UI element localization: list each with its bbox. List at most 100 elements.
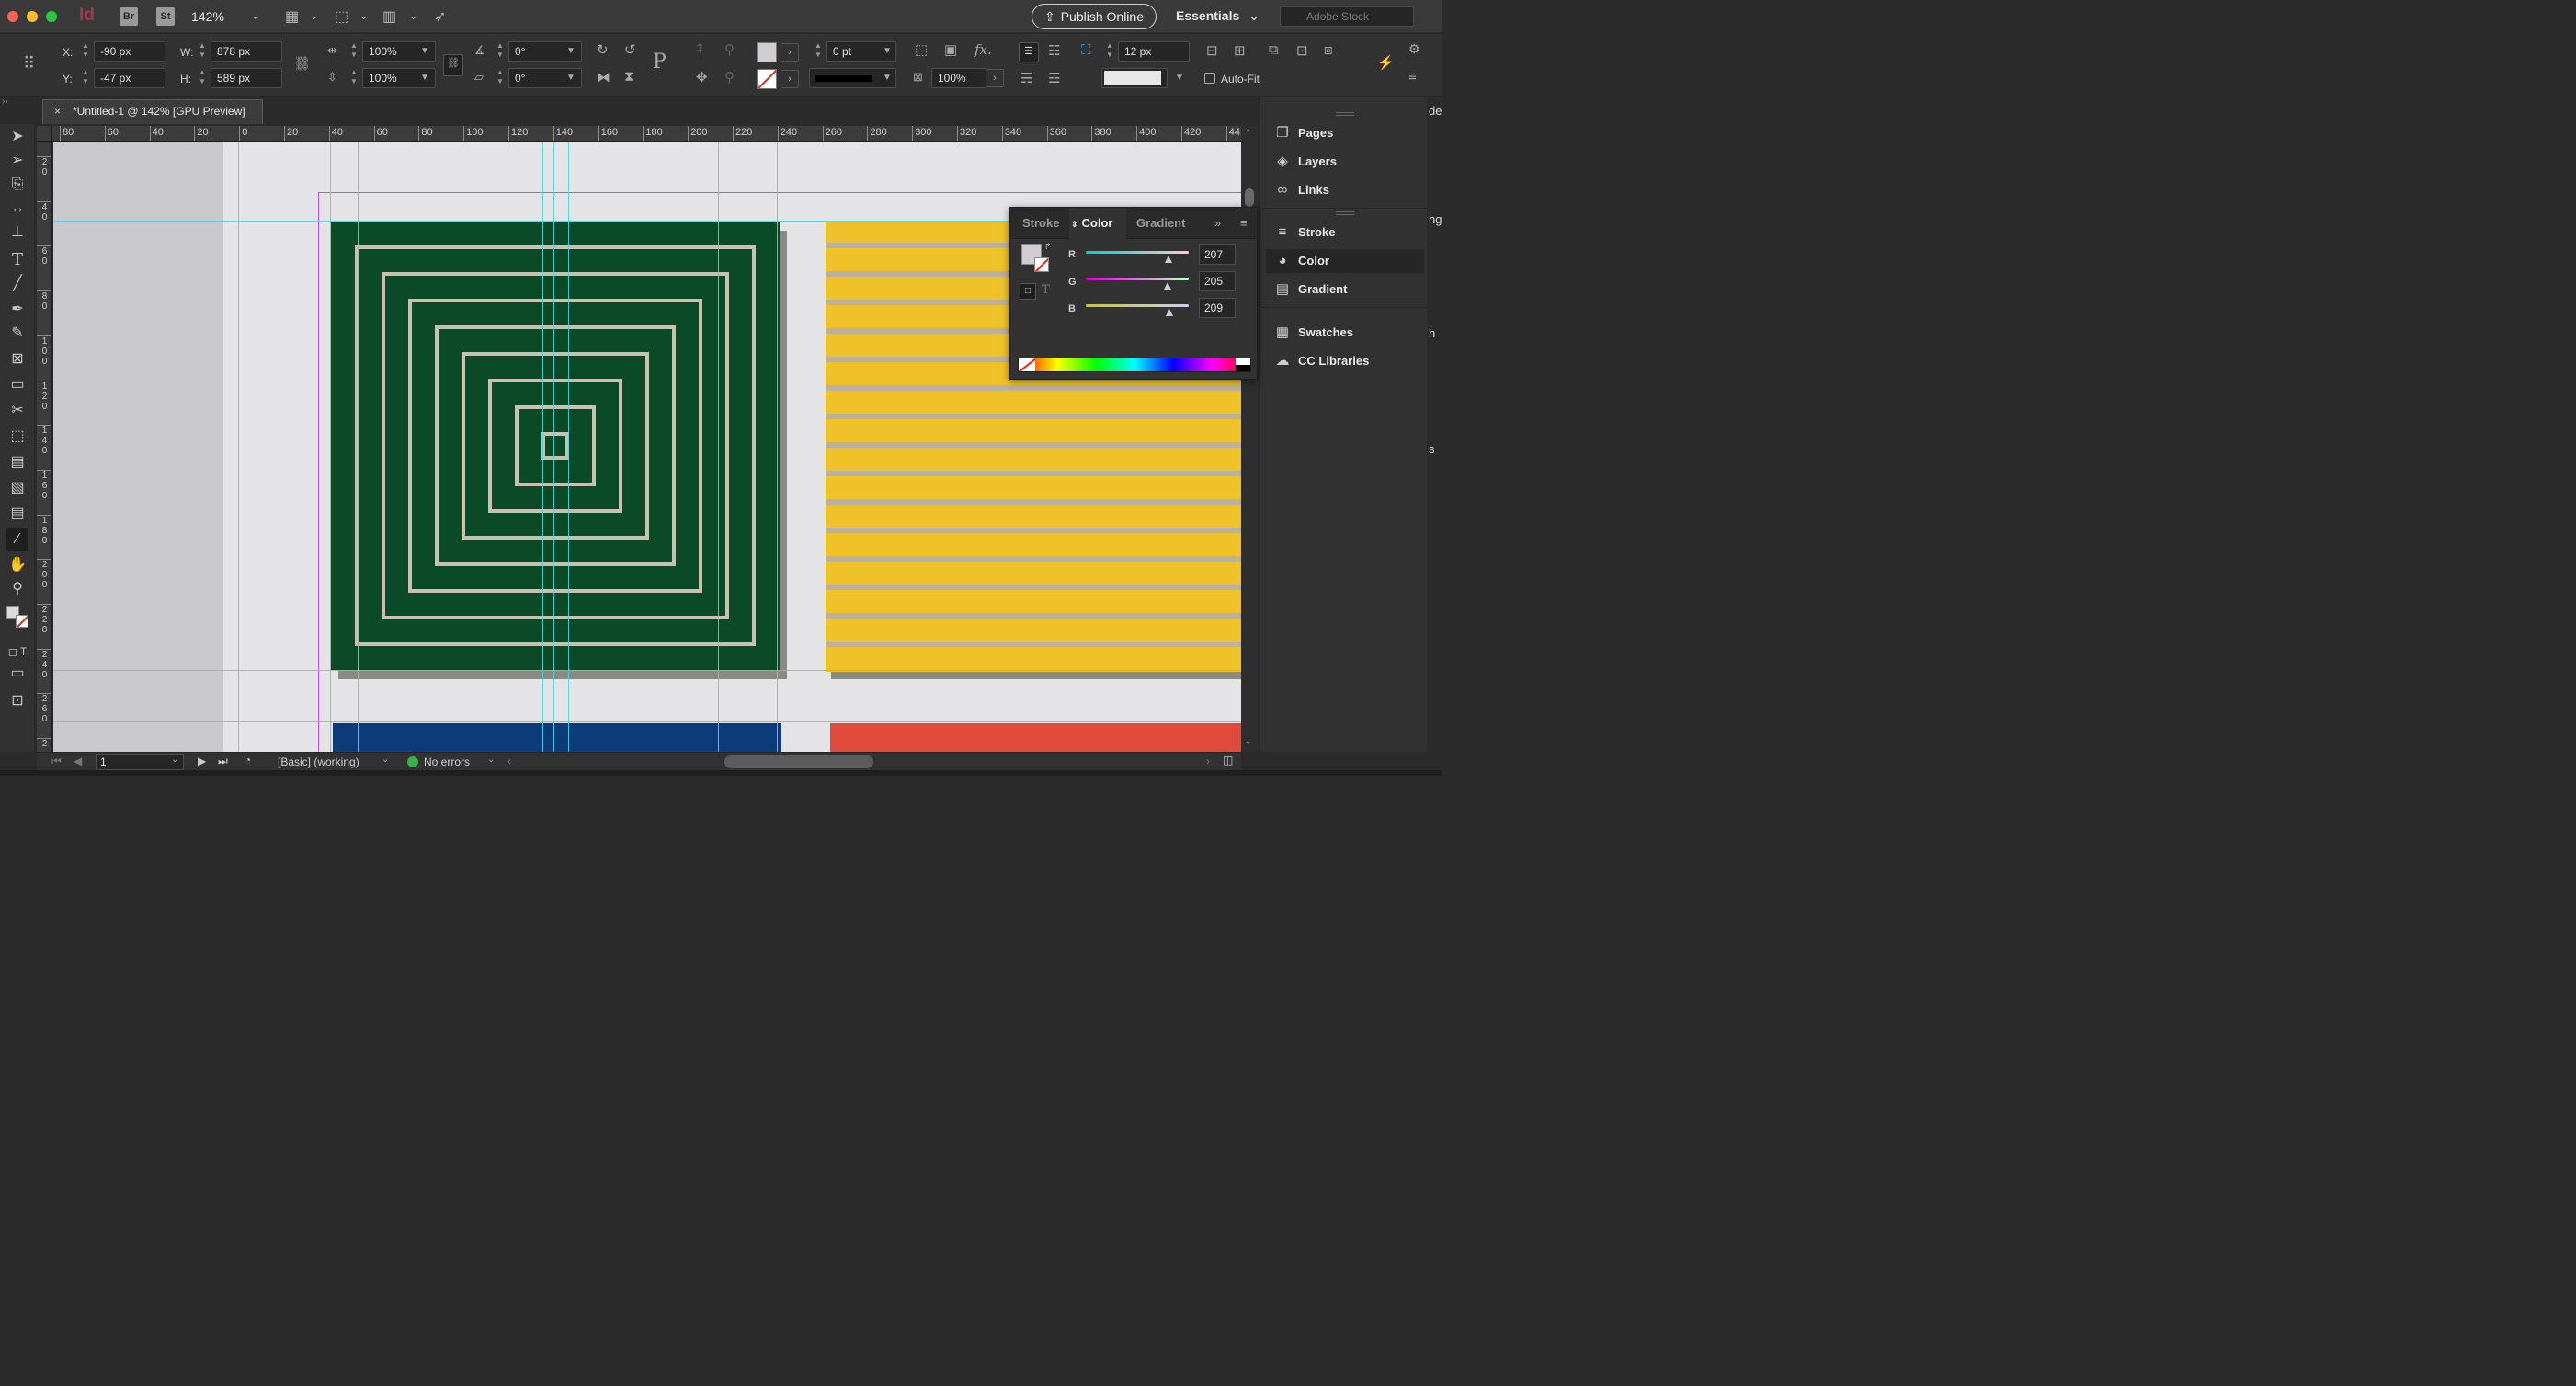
autofit-checkbox[interactable] <box>1204 73 1215 84</box>
dock-layers[interactable]: ◈ Layers <box>1266 150 1424 174</box>
g-slider-thumb[interactable] <box>1164 282 1171 290</box>
chevron-down-icon[interactable]: ▼ <box>1175 73 1184 83</box>
select-next-icon[interactable]: ⚲ <box>724 69 735 85</box>
scroll-left-icon[interactable]: ‹ <box>507 755 511 767</box>
pen-tool-icon[interactable]: ✒ <box>6 299 28 321</box>
quick-apply-lightning-icon[interactable]: ⚡ <box>1377 54 1395 71</box>
b-slider-thumb[interactable] <box>1166 309 1173 316</box>
gradient-feather-tool-icon[interactable]: ▧ <box>6 477 28 499</box>
hand-tool-icon[interactable]: ✋ <box>6 554 28 576</box>
row-guide[interactable] <box>53 670 1241 671</box>
vertical-scroll-thumb[interactable] <box>1245 188 1254 207</box>
opacity-field[interactable]: 100% <box>931 68 986 88</box>
collapse-toolbox-icon[interactable]: ›› <box>2 97 8 107</box>
opacity-menu-chevron-icon[interactable]: › <box>986 69 1004 87</box>
chevron-down-icon[interactable]: ⌄ <box>171 755 178 765</box>
fit-frame-icon[interactable]: ⊞ <box>1234 42 1246 59</box>
rotate-cw-icon[interactable]: ↻ <box>597 41 609 58</box>
h-stepper[interactable]: ▲ ▼ <box>197 68 208 88</box>
fit-content-icon[interactable]: ⧉ <box>1269 42 1279 58</box>
constrain-scale-icon[interactable]: ⛓ <box>443 54 463 76</box>
effects-fx-icon[interactable]: fx. <box>975 41 992 58</box>
g-value-field[interactable]: 205 <box>1199 271 1236 291</box>
adobe-stock-search-input[interactable]: Adobe Stock <box>1280 6 1414 27</box>
workspace-switcher[interactable]: Essentials ⌄ <box>1176 8 1260 24</box>
y-stepper[interactable]: ▲ ▼ <box>80 68 91 88</box>
chevron-down-icon[interactable]: ▼ <box>420 46 429 56</box>
dock-grip[interactable] <box>1336 112 1354 116</box>
split-window-icon[interactable]: ◫ <box>1223 754 1233 767</box>
panel-menu-icon[interactable]: ≡ <box>1240 208 1248 239</box>
chevron-down-icon[interactable]: ⌄ <box>310 10 318 22</box>
dock-gradient[interactable]: ▤ Gradient <box>1266 278 1424 301</box>
r-value-field[interactable]: 207 <box>1199 244 1236 265</box>
fill-stroke-swatch[interactable] <box>6 606 30 630</box>
gap-tool-icon[interactable]: ↔ <box>6 198 28 220</box>
selection-tool-icon[interactable]: ➤ <box>6 126 28 148</box>
gutter-field[interactable]: 12 px <box>1118 41 1190 62</box>
select-container-icon[interactable]: ⍏ <box>696 41 704 57</box>
dock-cc-libraries[interactable]: ☁ CC Libraries <box>1266 349 1424 373</box>
tab-gradient[interactable]: Gradient <box>1136 208 1197 239</box>
reference-p-icon[interactable]: P <box>653 51 667 74</box>
column-guide[interactable] <box>238 142 239 752</box>
g-slider-track[interactable] <box>1086 278 1189 280</box>
w-stepper[interactable]: ▲ ▼ <box>197 41 208 62</box>
screen-mode-icon[interactable]: ⊡ <box>6 690 28 712</box>
width-field[interactable]: 878 px <box>211 41 282 62</box>
column-guide[interactable] <box>330 142 331 752</box>
eyedropper-tool-icon[interactable]: ⁄ <box>6 528 28 551</box>
column-guide[interactable] <box>568 142 569 752</box>
white-swatch[interactable] <box>1236 358 1250 365</box>
tab-stroke[interactable]: Stroke <box>1018 208 1069 239</box>
close-tab-icon[interactable]: × <box>54 100 61 123</box>
rectangle-frame-tool-icon[interactable]: ⊠ <box>6 348 28 370</box>
column-style-select[interactable] <box>1101 68 1168 88</box>
b-slider-track[interactable] <box>1086 304 1189 307</box>
formatting-container-icon[interactable]: □ <box>1020 283 1036 300</box>
none-swatch-icon[interactable] <box>1019 358 1035 371</box>
x-stepper[interactable]: ▲ ▼ <box>80 41 91 62</box>
arrange-documents-icon[interactable]: ▥ <box>382 7 396 26</box>
chevron-down-icon[interactable]: ▼ <box>420 73 429 83</box>
view-options-icon[interactable]: ▦ <box>285 7 299 26</box>
bridge-button[interactable]: Br <box>120 7 138 26</box>
scroll-right-icon[interactable]: › <box>1206 755 1210 767</box>
line-tool-icon[interactable]: ╱ <box>6 273 28 295</box>
rectangle-tool-icon[interactable]: ▭ <box>6 374 28 396</box>
chevron-down-icon[interactable]: ⌄ <box>359 10 368 22</box>
column-guide[interactable] <box>358 142 359 752</box>
chevron-down-icon[interactable]: ⌄ <box>409 10 417 22</box>
last-page-icon[interactable]: ⏭ <box>218 755 228 768</box>
dock-stroke[interactable]: ≡ Stroke <box>1266 221 1424 244</box>
gap-tool-icon[interactable]: ⛶ <box>1081 42 1091 58</box>
scroll-up-icon[interactable]: ⌃ <box>1245 128 1252 138</box>
rotate-ccw-icon[interactable]: ↺ <box>624 41 636 58</box>
page-tool-icon[interactable]: ⎘ <box>6 174 28 196</box>
panel-menu-icon[interactable]: ≡ <box>1408 69 1417 85</box>
gradient-swatch-tool-icon[interactable]: ▤ <box>6 451 28 473</box>
column-guide[interactable] <box>718 142 719 752</box>
dock-grip[interactable] <box>1336 211 1354 215</box>
color-spectrum-ramp[interactable] <box>1018 358 1251 372</box>
preflight-status[interactable]: No errors <box>424 755 470 768</box>
direct-selection-tool-icon[interactable]: ➢ <box>6 150 28 172</box>
black-swatch[interactable] <box>1236 365 1250 371</box>
stroke-swatch-none[interactable] <box>757 69 777 89</box>
publish-online-button[interactable]: ⇪ Publish Online <box>1032 4 1157 29</box>
dock-swatches[interactable]: ▦ Swatches <box>1266 321 1424 345</box>
gutter-stepper[interactable]: ▲ ▼ <box>1104 41 1115 62</box>
rotate-stepper[interactable]: ▲ ▼ <box>495 41 506 62</box>
y-position-field[interactable]: -47 px <box>94 68 165 88</box>
apply-color-icon[interactable]: ▭ <box>6 663 28 685</box>
formatting-affects-container-icon[interactable]: ◻ T <box>6 641 28 663</box>
zoom-level-select[interactable]: 142% <box>191 9 224 24</box>
constrain-proportions-icon[interactable]: ⛓ <box>293 55 311 72</box>
ruler-origin[interactable] <box>37 126 52 142</box>
share-icon[interactable]: ➶ <box>434 7 446 26</box>
style-status[interactable]: [Basic] (working) <box>278 755 359 768</box>
columns-icon[interactable]: ⊟ <box>1206 42 1218 59</box>
shear-stepper[interactable]: ▲ ▼ <box>495 68 506 88</box>
center-content-icon[interactable]: ⊡ <box>1296 42 1308 59</box>
chevron-down-icon[interactable]: ▼ <box>883 46 892 56</box>
